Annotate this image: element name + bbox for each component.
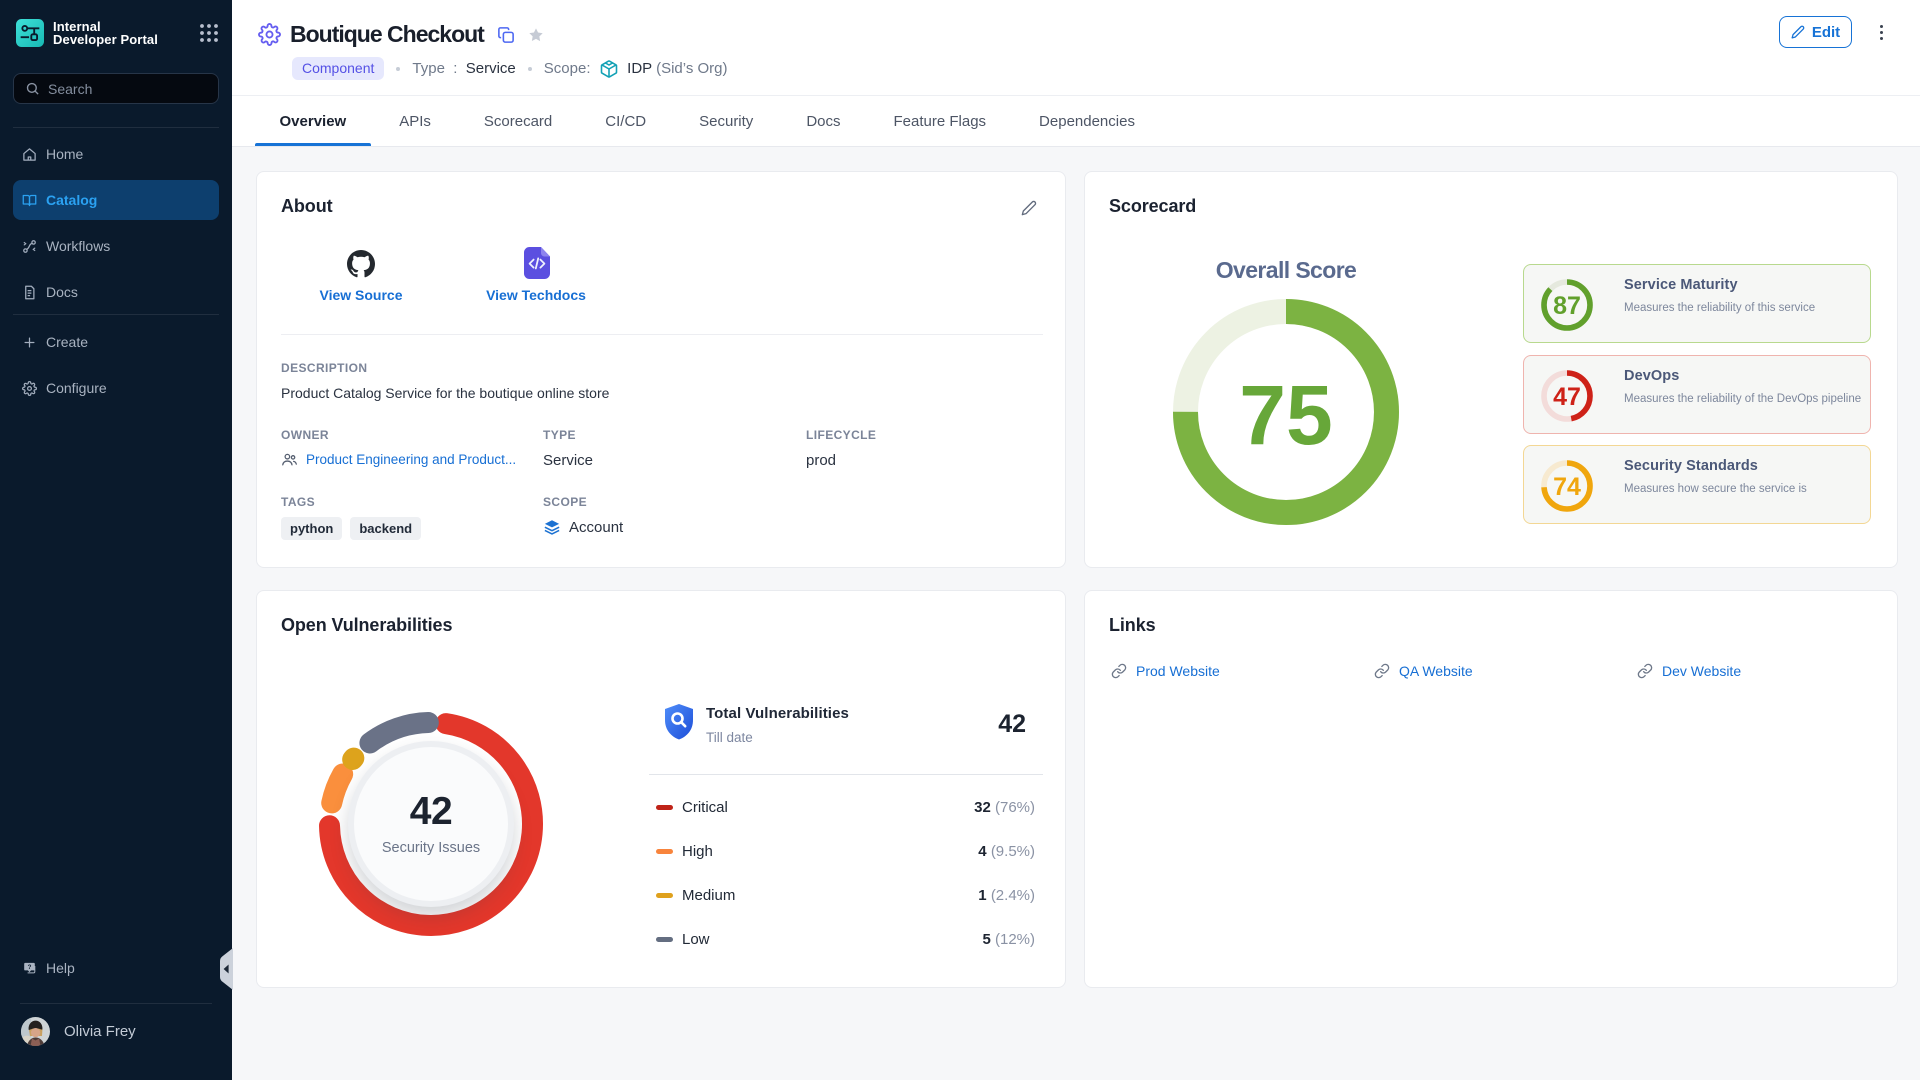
svg-text:87: 87 — [1553, 292, 1581, 320]
svg-text:74: 74 — [1553, 473, 1581, 501]
svg-text:47: 47 — [1553, 383, 1581, 411]
svg-text:?: ? — [28, 964, 32, 971]
